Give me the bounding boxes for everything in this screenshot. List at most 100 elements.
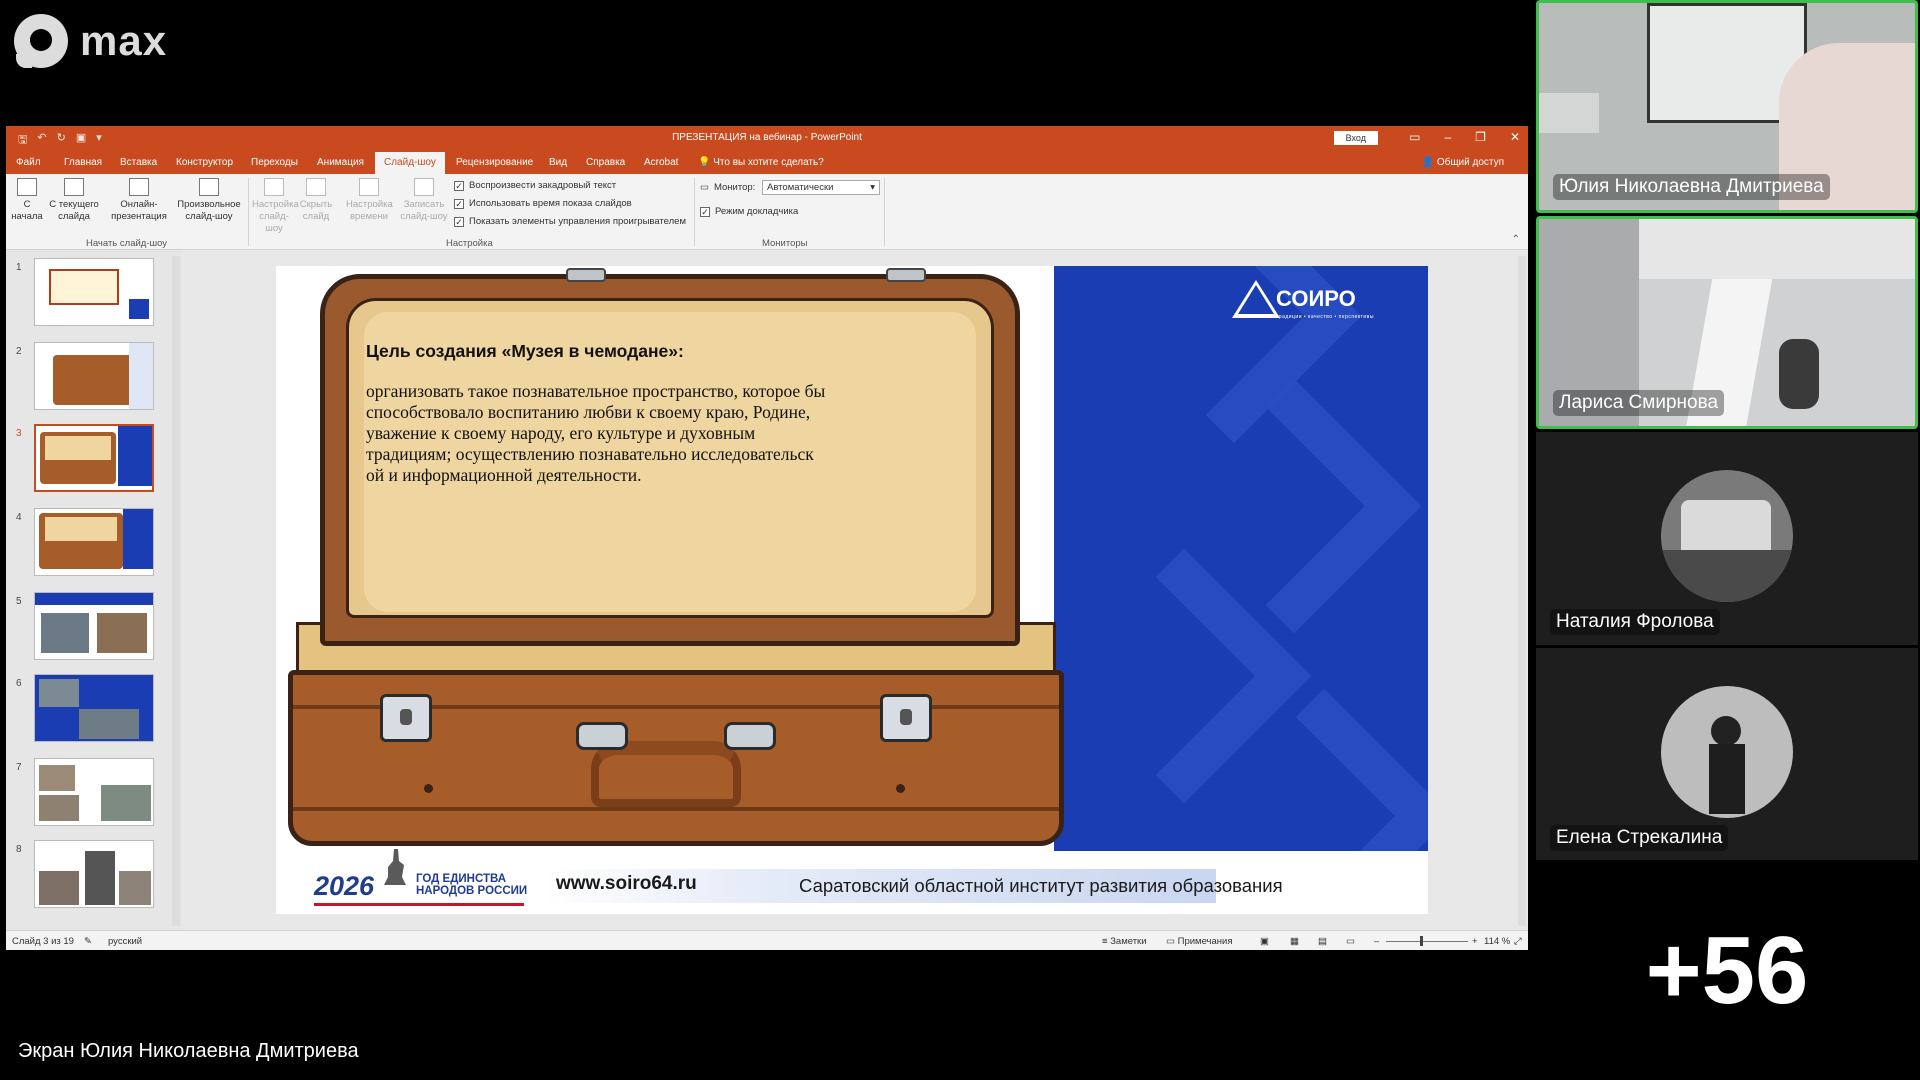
zoom-out-icon[interactable]: – [1374, 936, 1379, 947]
from-start-button[interactable]: С начала [10, 178, 44, 223]
suitcase-latch [880, 694, 932, 742]
setup-slideshow-button[interactable]: Настройка слайд-шоу [252, 178, 299, 235]
slide-thumbnail-8[interactable] [34, 840, 154, 908]
monitor-select[interactable]: Автоматически ▾ [762, 180, 880, 195]
rehearse-timings-button[interactable]: Настройка времени [346, 178, 393, 223]
media-controls-checkbox[interactable]: ✓ Показать элементы управления проигрыват… [454, 216, 686, 227]
thumb-number: 7 [16, 762, 22, 773]
language-indicator[interactable]: русский [108, 936, 142, 947]
group-start-label: Начать слайд-шоу [86, 238, 168, 249]
presenter-view-checkbox[interactable]: ✓ Режим докладчика [700, 206, 798, 217]
tab-animation[interactable]: Анимация [317, 157, 364, 168]
zoom-level[interactable]: 114 % [1484, 936, 1510, 947]
zoom-slider-handle[interactable] [1420, 936, 1423, 946]
suitcase-stud [886, 268, 926, 282]
online-presentation-button[interactable]: Онлайн-презентация [106, 178, 172, 223]
fit-to-window-icon[interactable]: ⤢ [1514, 936, 1522, 947]
tell-me-box[interactable]: 💡 Что вы хотите сделать? [698, 157, 824, 168]
participant-tile[interactable]: Юлия Николаевна Дмитриева [1536, 0, 1918, 213]
tab-acrobat[interactable]: Acrobat [644, 157, 678, 168]
slide-thumbnail-6[interactable] [34, 674, 154, 742]
window-title: ПРЕЗЕНТАЦИЯ на вебинар - PowerPoint [672, 132, 862, 143]
more-participants[interactable]: +56 [1536, 860, 1918, 1080]
person-icon: 👤 [1421, 157, 1435, 168]
participant-tile[interactable]: Лариса Смирнова [1536, 216, 1918, 429]
year-caption: ГОД ЕДИНСТВА НАРОДОВ РОССИИ [416, 873, 528, 897]
slide-scrollbar[interactable] [1518, 256, 1526, 926]
record-slideshow-button[interactable]: Записать слайд-шоу [396, 178, 452, 223]
avatar [1661, 470, 1793, 602]
normal-view-icon[interactable]: ▣ [1260, 936, 1269, 947]
slideshow-current-icon [64, 178, 84, 196]
slideshow-start-icon [17, 178, 37, 196]
setup-icon [264, 178, 284, 196]
handle-clip [576, 722, 628, 750]
thumb-number: 2 [16, 346, 22, 357]
thumb-number: 4 [16, 512, 22, 523]
suitcase-latch [380, 694, 432, 742]
slideshow-view-icon[interactable]: ▭ [1346, 936, 1355, 947]
thumb-number: 6 [16, 678, 22, 689]
tab-transitions[interactable]: Переходы [251, 157, 298, 168]
slide-thumbnail-2[interactable] [34, 342, 154, 410]
zoom-slider[interactable] [1386, 941, 1468, 942]
participant-name: Лариса Смирнова [1553, 390, 1725, 416]
spellcheck-icon[interactable]: ✎ [84, 936, 92, 947]
maximize-icon[interactable]: ❐ [1475, 130, 1486, 144]
collapse-ribbon-icon[interactable]: ⌃ [1512, 234, 1520, 245]
slide-thumbnail-4[interactable] [34, 508, 154, 576]
soiro-triangle-icon [1232, 280, 1280, 318]
slide-sorter-icon[interactable]: ▦ [1290, 936, 1299, 947]
tab-insert[interactable]: Вставка [120, 157, 157, 168]
hide-slide-button[interactable]: Скрыть слайд [298, 178, 334, 223]
zoom-in-icon[interactable]: + [1472, 936, 1478, 947]
tab-design[interactable]: Конструктор [176, 157, 233, 168]
close-icon[interactable]: ✕ [1510, 130, 1520, 144]
custom-slideshow-button[interactable]: Произвольное слайд-шоу [174, 178, 244, 223]
share-button[interactable]: 👤 Общий доступ [1422, 157, 1504, 168]
narration-checkbox[interactable]: ✓ Воспроизвести закадровый текст [454, 180, 616, 191]
suitcase-handle [591, 741, 741, 807]
tab-home[interactable]: Главная [64, 157, 102, 168]
slide-canvas: СОИРО традиции • качество • перспективы … [276, 266, 1428, 914]
suitcase-rivet [896, 784, 905, 793]
monitor-icon: ▭ [700, 182, 709, 193]
institute-name: Саратовский областной институт развития … [799, 875, 1283, 896]
tab-file[interactable]: Файл [16, 157, 41, 168]
slide-footer: 2026 ГОД ЕДИНСТВА НАРОДОВ РОССИИ www.soi… [276, 849, 1428, 914]
suitcase-stud [566, 268, 606, 282]
slide-thumbnail-1[interactable] [34, 258, 154, 326]
participant-name: Наталия Фролова [1550, 609, 1720, 635]
tab-view[interactable]: Вид [549, 157, 567, 168]
thumb-number: 8 [16, 844, 22, 855]
from-current-button[interactable]: С текущего слайда [46, 178, 102, 223]
participant-tile[interactable]: Наталия Фролова [1536, 432, 1918, 645]
ribbon-tabs: Файл Главная Вставка Конструктор Переход… [6, 150, 1528, 174]
slide-thumbnail-5[interactable] [34, 592, 154, 660]
group-monitors-label: Мониторы [762, 238, 808, 249]
site-url: www.soiro64.ru [556, 873, 697, 894]
handle-clip [724, 722, 776, 750]
login-button[interactable]: Вход [1333, 131, 1378, 145]
slide-thumbnail-3[interactable] [34, 424, 154, 492]
hide-slide-icon [306, 178, 326, 196]
thumbnail-scrollbar[interactable] [172, 256, 180, 926]
comments-button[interactable]: ▭ Примечания [1166, 936, 1232, 947]
reading-view-icon[interactable]: ▤ [1318, 936, 1327, 947]
tab-help[interactable]: Справка [586, 157, 625, 168]
slide-thumbnail-7[interactable] [34, 758, 154, 826]
globe-icon [129, 178, 149, 196]
minimize-icon[interactable]: – [1444, 130, 1451, 144]
screen-share-label: Экран Юлия Николаевна Дмитриева [18, 1040, 359, 1062]
ribbon-display-icon[interactable]: ▭ [1409, 130, 1420, 144]
tab-review[interactable]: Рецензирование [456, 157, 533, 168]
thumbnail-pane: 1 2 3 4 5 6 7 8 [6, 250, 182, 930]
notes-button[interactable]: ≡ Заметки [1102, 936, 1147, 947]
max-logo-icon [14, 14, 68, 68]
goal-title: Цель создания «Музея в чемодане»: [366, 341, 684, 361]
slide-counter: Слайд 3 из 19 [12, 936, 74, 947]
tab-slideshow[interactable]: Слайд-шоу [375, 152, 445, 174]
timings-checkbox[interactable]: ✓ Использовать время показа слайдов [454, 198, 632, 209]
participant-tile[interactable]: Елена Стрекалина [1536, 648, 1918, 861]
powerpoint-window: 🖫 ↶ ↻ ▣ ▾ ПРЕЗЕНТАЦИЯ на вебинар - Power… [6, 126, 1528, 950]
